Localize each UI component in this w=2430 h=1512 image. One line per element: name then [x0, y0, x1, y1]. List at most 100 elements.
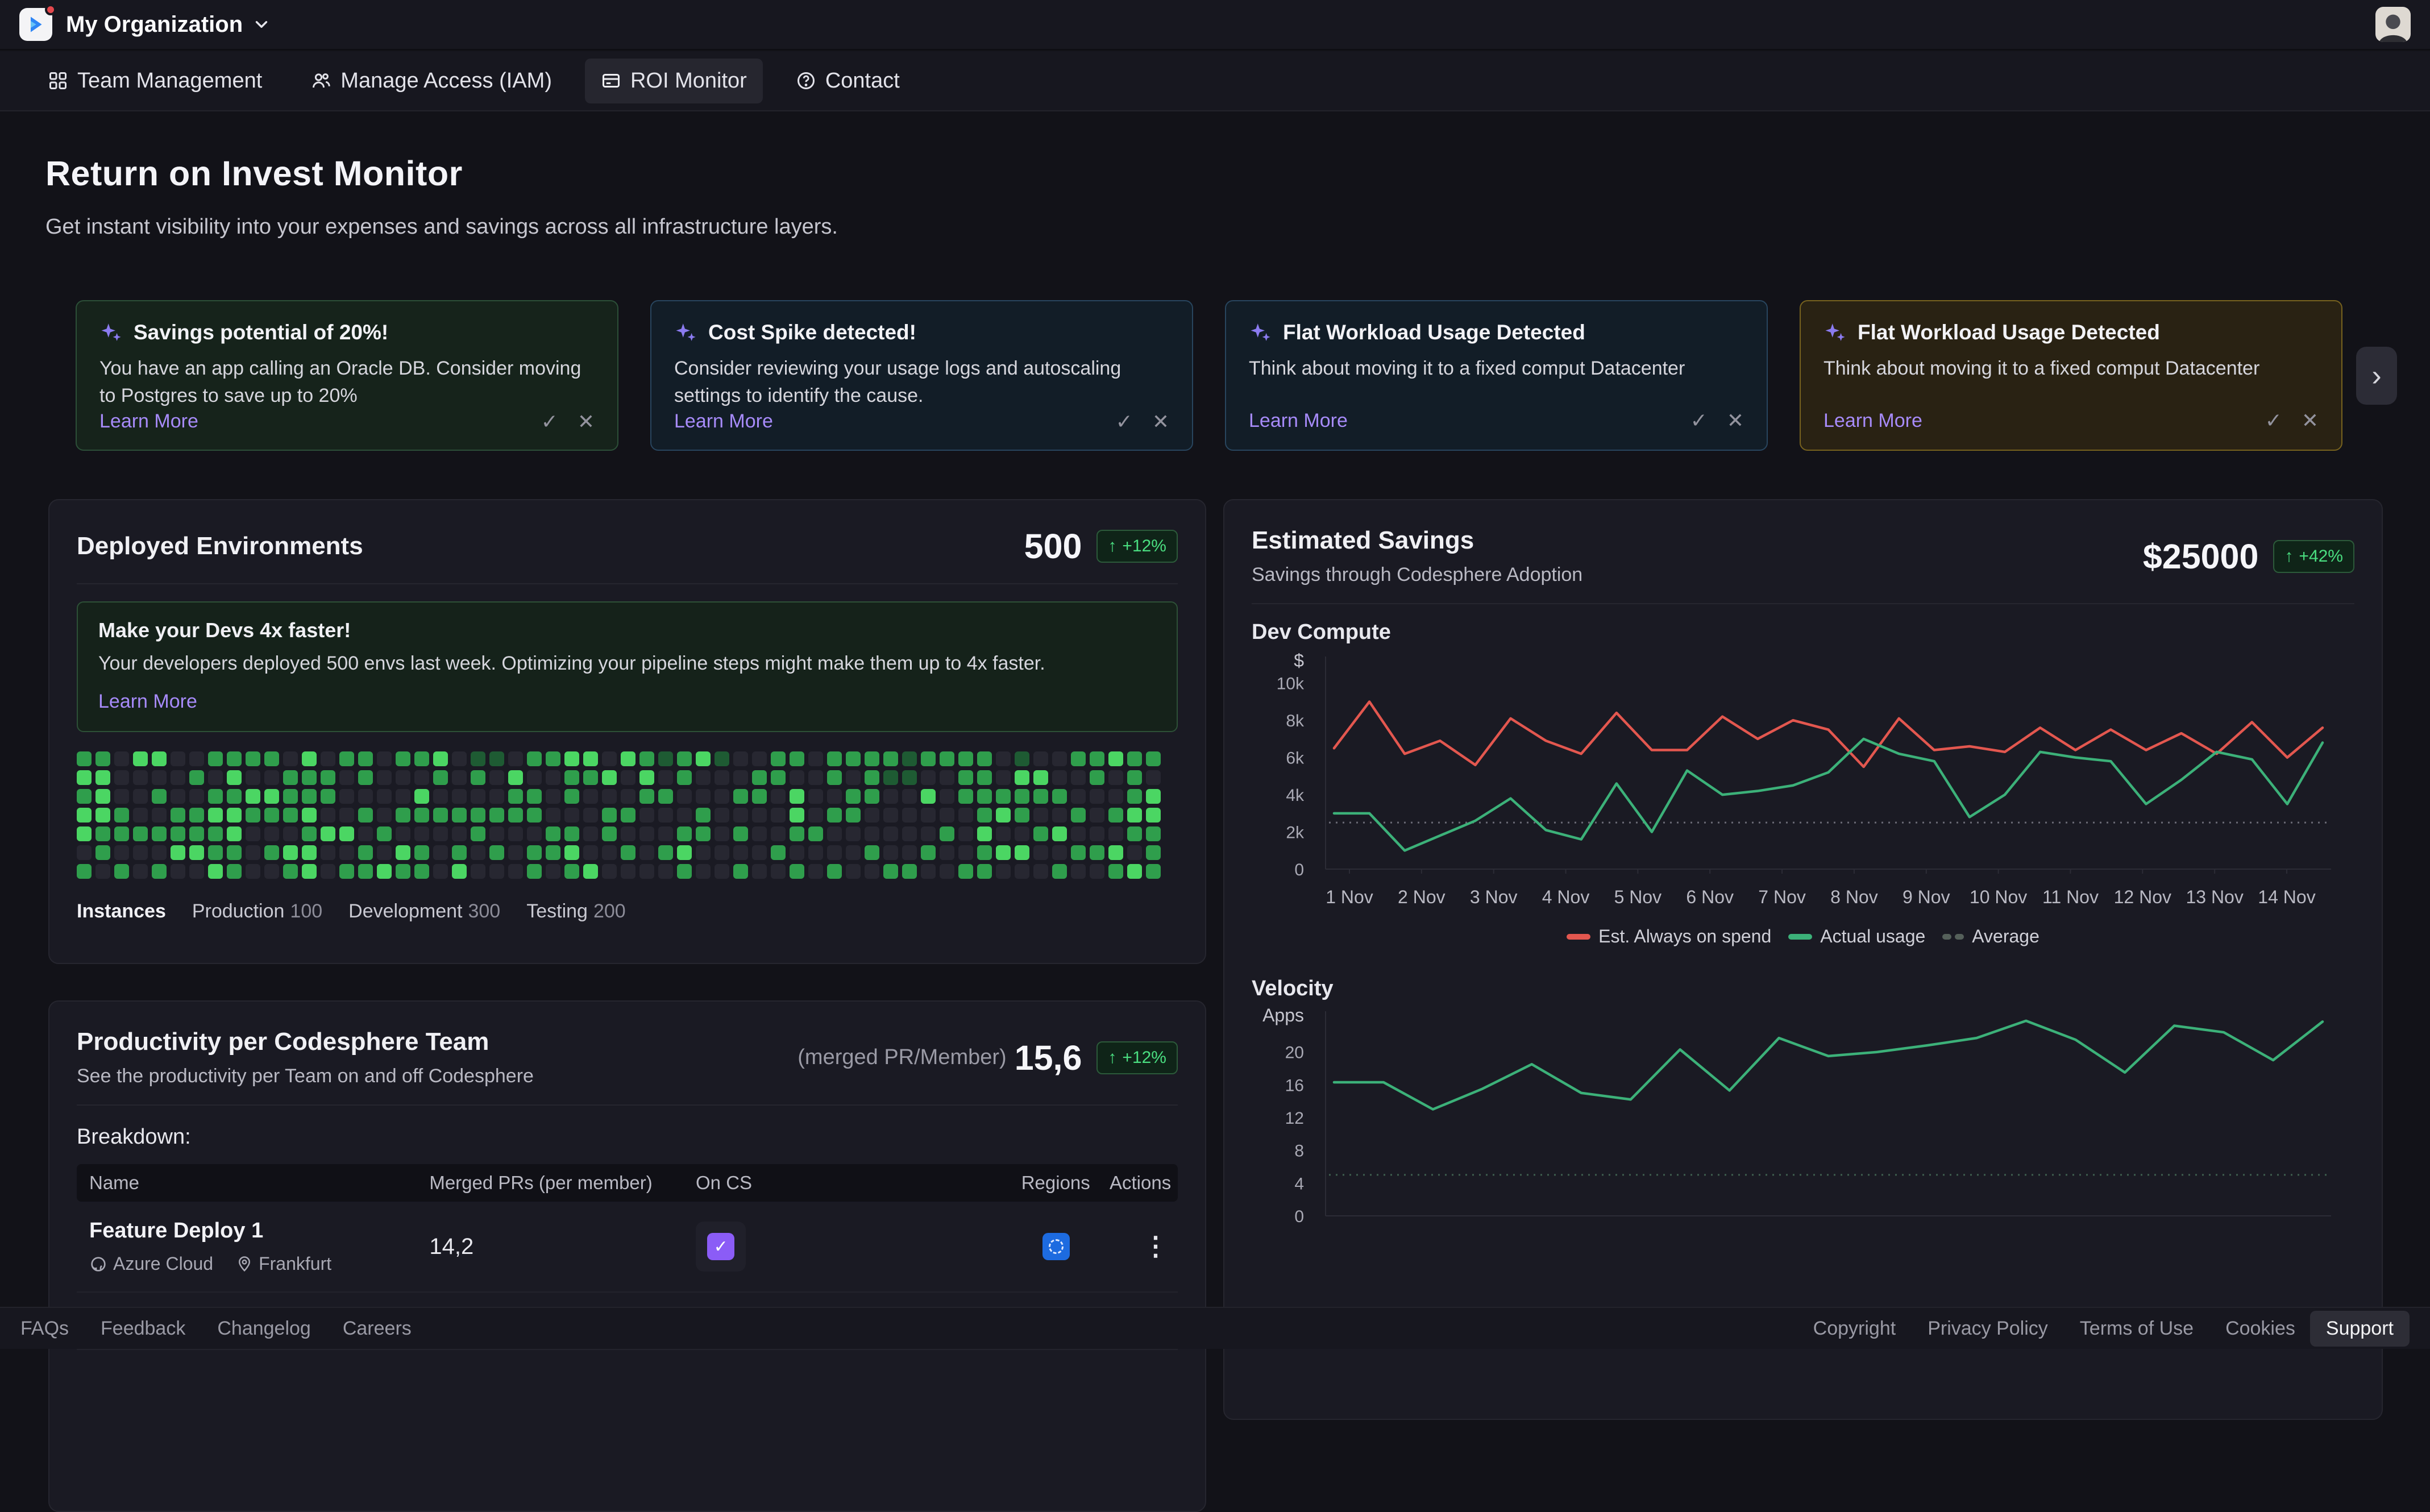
heatmap-cell[interactable]: [677, 770, 692, 785]
heatmap-cell[interactable]: [208, 789, 223, 804]
heatmap-cell[interactable]: [377, 808, 392, 823]
heatmap-cell[interactable]: [865, 789, 879, 804]
heatmap-cell[interactable]: [883, 826, 898, 841]
heatmap-cell[interactable]: [808, 826, 823, 841]
heatmap-cell[interactable]: [639, 789, 654, 804]
heatmap-cell[interactable]: [940, 789, 954, 804]
heatmap-cell[interactable]: [264, 808, 279, 823]
heatmap-cell[interactable]: [639, 751, 654, 766]
heatmap-cell[interactable]: [977, 808, 992, 823]
heatmap-cell[interactable]: [846, 864, 861, 879]
heatmap-cell[interactable]: [358, 789, 373, 804]
learn-more-link[interactable]: Learn More: [1249, 410, 1348, 432]
heatmap-cell[interactable]: [658, 789, 673, 804]
heatmap-cell[interactable]: [227, 789, 242, 804]
heatmap-cell[interactable]: [339, 808, 354, 823]
heatmap-cell[interactable]: [452, 751, 467, 766]
heatmap-cell[interactable]: [621, 864, 635, 879]
heatmap-cell[interactable]: [133, 789, 148, 804]
footer-link-privacy-policy[interactable]: Privacy Policy: [1928, 1318, 2048, 1340]
footer-link-cookies[interactable]: Cookies: [2225, 1318, 2295, 1340]
heatmap-cell[interactable]: [433, 789, 448, 804]
heatmap-cell[interactable]: [790, 864, 804, 879]
heatmap-cell[interactable]: [677, 751, 692, 766]
heatmap-cell[interactable]: [283, 845, 298, 860]
heatmap-cell[interactable]: [302, 751, 317, 766]
heatmap-cell[interactable]: [264, 770, 279, 785]
heatmap-cell[interactable]: [921, 789, 936, 804]
heatmap-cell[interactable]: [639, 770, 654, 785]
heatmap-cell[interactable]: [489, 826, 504, 841]
heatmap-cell[interactable]: [433, 845, 448, 860]
heatmap-cell[interactable]: [283, 808, 298, 823]
heatmap-cell[interactable]: [977, 789, 992, 804]
heatmap-cell[interactable]: [958, 826, 973, 841]
footer-link-terms-of-use[interactable]: Terms of Use: [2080, 1318, 2194, 1340]
heatmap-cell[interactable]: [1090, 808, 1104, 823]
heatmap-cell[interactable]: [771, 864, 786, 879]
footer-link-faqs[interactable]: FAQs: [20, 1318, 69, 1340]
heatmap-cell[interactable]: [1146, 864, 1161, 879]
heatmap-cell[interactable]: [696, 826, 711, 841]
heatmap-cell[interactable]: [227, 751, 242, 766]
heatmap-cell[interactable]: [189, 845, 204, 860]
heatmap-cell[interactable]: [771, 808, 786, 823]
heatmap-cell[interactable]: [302, 845, 317, 860]
heatmap-cell[interactable]: [302, 789, 317, 804]
heatmap-cell[interactable]: [396, 751, 410, 766]
heatmap-cell[interactable]: [733, 808, 748, 823]
heatmap-cell[interactable]: [940, 864, 954, 879]
heatmap-cell[interactable]: [846, 808, 861, 823]
heatmap-cell[interactable]: [95, 789, 110, 804]
region-eu-badge[interactable]: [1042, 1233, 1070, 1260]
heatmap-cell[interactable]: [77, 751, 92, 766]
heatmap-cell[interactable]: [658, 845, 673, 860]
heatmap-cell[interactable]: [339, 864, 354, 879]
heatmap-cell[interactable]: [246, 845, 260, 860]
heatmap-cell[interactable]: [471, 751, 485, 766]
heatmap-cell[interactable]: [189, 751, 204, 766]
heatmap-cell[interactable]: [715, 845, 729, 860]
heatmap-cell[interactable]: [189, 770, 204, 785]
heatmap-cell[interactable]: [358, 845, 373, 860]
tab-team-management[interactable]: Team Management: [32, 59, 278, 103]
heatmap-cell[interactable]: [283, 770, 298, 785]
heatmap-cell[interactable]: [321, 789, 335, 804]
heatmap-cell[interactable]: [527, 789, 542, 804]
heatmap-cell[interactable]: [508, 864, 523, 879]
heatmap-cell[interactable]: [583, 770, 598, 785]
heatmap-cell[interactable]: [658, 751, 673, 766]
org-switcher-label[interactable]: My Organization: [66, 12, 243, 38]
heatmap-cell[interactable]: [152, 789, 167, 804]
heatmap-cell[interactable]: [396, 845, 410, 860]
heatmap-cell[interactable]: [602, 789, 617, 804]
heatmap-cell[interactable]: [1090, 845, 1104, 860]
heatmap-cell[interactable]: [1015, 826, 1029, 841]
heatmap-cell[interactable]: [152, 808, 167, 823]
footer-support-button[interactable]: Support: [2310, 1311, 2410, 1347]
heatmap-cell[interactable]: [77, 864, 92, 879]
heatmap-cell[interactable]: [152, 751, 167, 766]
heatmap-cell[interactable]: [114, 864, 129, 879]
heatmap-cell[interactable]: [114, 826, 129, 841]
heatmap-cell[interactable]: [95, 864, 110, 879]
heatmap-cell[interactable]: [546, 826, 560, 841]
table-row[interactable]: Feature Deploy 1 Azure Cloud Frankfurt: [77, 1202, 1178, 1293]
heatmap-cell[interactable]: [1127, 845, 1142, 860]
heatmap-cell[interactable]: [264, 826, 279, 841]
heatmap-cell[interactable]: [152, 864, 167, 879]
heatmap-cell[interactable]: [208, 864, 223, 879]
heatmap-cell[interactable]: [865, 808, 879, 823]
heatmap-cell[interactable]: [377, 770, 392, 785]
heatmap-cell[interactable]: [790, 770, 804, 785]
heatmap-cell[interactable]: [883, 789, 898, 804]
heatmap-cell[interactable]: [715, 808, 729, 823]
heatmap-cell[interactable]: [658, 864, 673, 879]
heatmap-cell[interactable]: [865, 751, 879, 766]
heatmap-cell[interactable]: [921, 808, 936, 823]
heatmap-cell[interactable]: [114, 789, 129, 804]
heatmap-cell[interactable]: [808, 770, 823, 785]
heatmap-cell[interactable]: [546, 789, 560, 804]
heatmap-cell[interactable]: [189, 808, 204, 823]
heatmap-cell[interactable]: [414, 864, 429, 879]
